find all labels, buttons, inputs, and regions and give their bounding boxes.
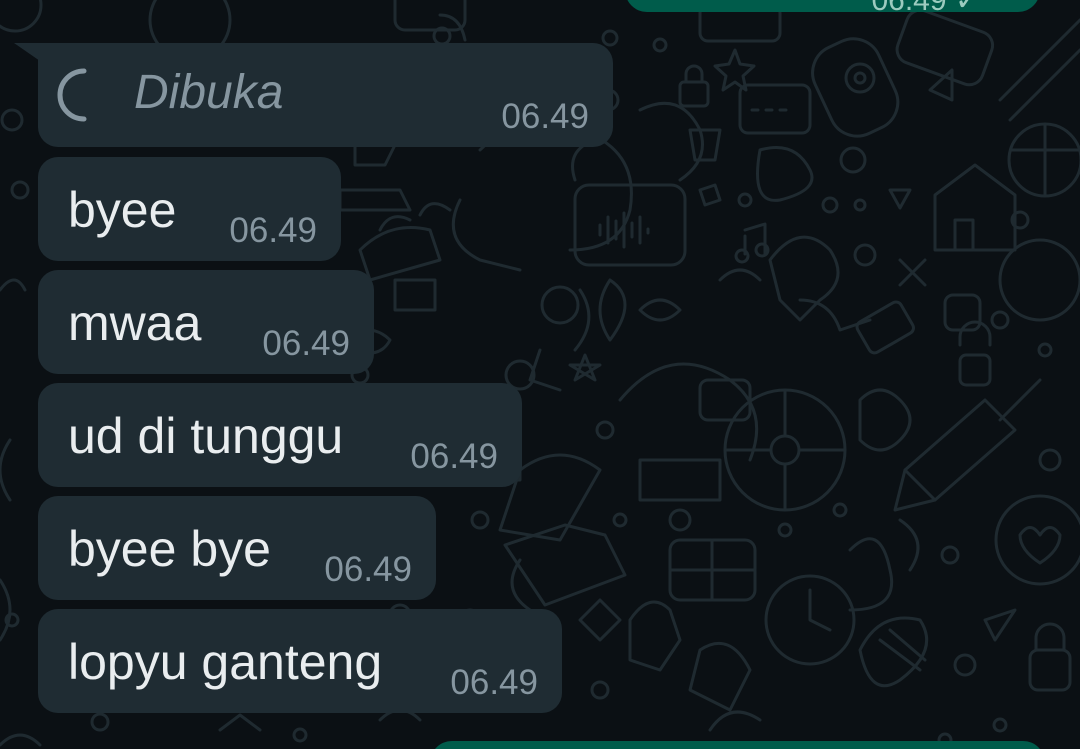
incoming-message-bubble[interactable]: ud di tunggu 06.49: [38, 383, 522, 487]
view-once-status-label: Dibuka: [134, 66, 284, 119]
chat-conversation[interactable]: 06.49 ✓ Dibuka 06.49 byee 06.49 mwaa 06.…: [0, 0, 1080, 749]
view-once-opened-icon: [52, 63, 116, 127]
message-text: lopyu ganteng: [68, 634, 383, 690]
message-text: byee: [68, 182, 177, 238]
message-time: 06.49 ✓: [871, 0, 980, 17]
message-text: ud di tunggu: [68, 408, 344, 464]
message-text: byee bye: [68, 521, 271, 577]
message-text: mwaa: [68, 295, 202, 351]
message-time: 06.49: [262, 324, 350, 363]
message-time: 06.49: [450, 663, 538, 702]
outgoing-message-bubble-partial[interactable]: [430, 741, 1045, 749]
incoming-message-bubble[interactable]: mwaa 06.49: [38, 270, 374, 374]
view-once-media-bubble[interactable]: Dibuka 06.49: [14, 43, 613, 147]
message-time: 06.49: [229, 211, 317, 250]
message-time: 06.49: [410, 437, 498, 476]
outgoing-message-bubble-partial[interactable]: 06.49 ✓: [625, 0, 1040, 16]
incoming-message-bubble[interactable]: byee 06.49: [38, 157, 341, 261]
message-time: 06.49: [324, 550, 412, 589]
incoming-message-bubble[interactable]: lopyu ganteng 06.49: [38, 609, 562, 713]
message-time: 06.49: [501, 97, 589, 136]
incoming-message-bubble[interactable]: byee bye 06.49: [38, 496, 436, 600]
